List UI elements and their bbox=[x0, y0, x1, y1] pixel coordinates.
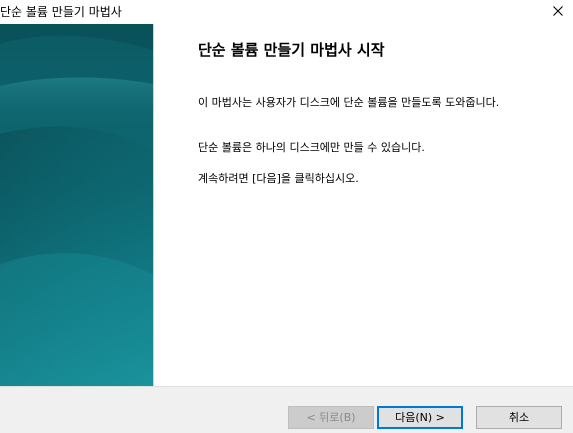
cancel-button[interactable]: 취소 bbox=[476, 406, 562, 429]
button-bar: < 뒤로(B) 다음(N) > 취소 bbox=[0, 386, 573, 433]
next-button[interactable]: 다음(N) > bbox=[377, 406, 463, 429]
close-icon bbox=[553, 6, 563, 16]
wizard-banner-image bbox=[0, 24, 153, 386]
title-bar: 단순 볼륨 만들기 마법사 bbox=[0, 0, 573, 22]
window-title: 단순 볼륨 만들기 마법사 bbox=[0, 5, 122, 19]
page-title: 단순 볼륨 만들기 마법사 시작 bbox=[198, 41, 385, 59]
close-button[interactable] bbox=[543, 0, 573, 22]
instruction-text: 계속하려면 [다음]을 클릭하십시오. bbox=[198, 172, 359, 185]
description-text: 단순 볼륨은 하나의 디스크에만 만들 수 있습니다. bbox=[198, 141, 425, 154]
description-text: 이 마법사는 사용자가 디스크에 단순 볼륨을 만들도록 도와줍니다. bbox=[198, 96, 500, 109]
wizard-content: 단순 볼륨 만들기 마법사 시작 이 마법사는 사용자가 디스크에 단순 볼륨을… bbox=[154, 24, 573, 386]
back-button[interactable]: < 뒤로(B) bbox=[288, 406, 374, 429]
